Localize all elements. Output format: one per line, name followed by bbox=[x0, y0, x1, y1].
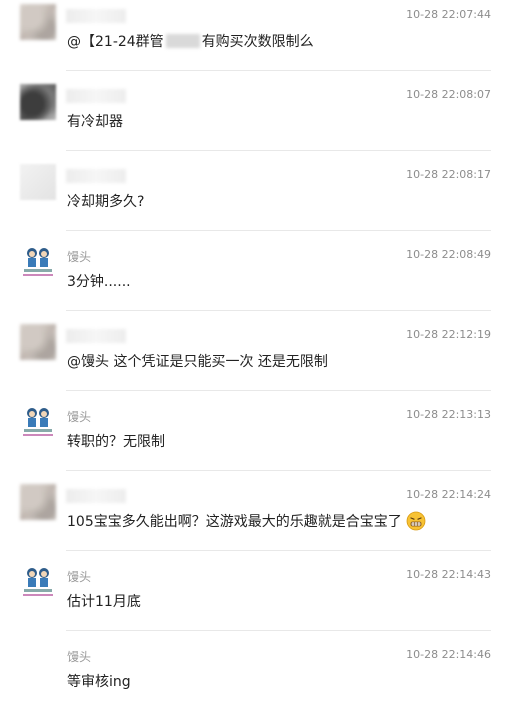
message-timestamp: 10-28 22:12:19 bbox=[406, 328, 491, 341]
mantou-avatar[interactable] bbox=[20, 404, 56, 440]
blurred-sender-name bbox=[66, 9, 126, 23]
message-divider bbox=[66, 70, 491, 71]
user-avatar[interactable] bbox=[20, 84, 56, 120]
user-avatar[interactable] bbox=[20, 484, 56, 520]
sender-name[interactable]: 馒头 bbox=[67, 408, 91, 425]
chat-message: 馒头 10-28 22:08:49 3分钟...... bbox=[0, 240, 519, 320]
message-text: 有冷却器 bbox=[67, 114, 123, 130]
message-text-body: 105宝宝多久能出啊？这游戏最大的乐趣就是合宝宝了 bbox=[67, 514, 402, 530]
message-text: 冷却期多久? bbox=[67, 194, 145, 210]
chat-message: 10-28 22:14:24 105宝宝多久能出啊？这游戏最大的乐趣就是合宝宝了 bbox=[0, 480, 519, 560]
mention-text[interactable]: @【21-24群管 bbox=[67, 34, 164, 50]
message-divider bbox=[66, 550, 491, 551]
message-divider bbox=[66, 230, 491, 231]
message-timestamp: 10-28 22:14:46 bbox=[406, 648, 491, 661]
blurred-name bbox=[165, 34, 200, 48]
chat-message: 10-28 22:12:19 @馒头 这个凭证是只能买一次 还是无限制 bbox=[0, 320, 519, 400]
message-text: 105宝宝多久能出啊？这游戏最大的乐趣就是合宝宝了 bbox=[67, 511, 426, 531]
blurred-sender-name bbox=[66, 329, 126, 343]
message-divider bbox=[66, 630, 491, 631]
blurred-sender-name bbox=[66, 89, 126, 103]
sender-name[interactable]: 馒头 bbox=[67, 648, 91, 665]
message-divider bbox=[66, 390, 491, 391]
user-avatar[interactable] bbox=[20, 324, 56, 360]
message-timestamp: 10-28 22:08:17 bbox=[406, 168, 491, 181]
user-avatar[interactable] bbox=[20, 164, 56, 200]
chat-message: 10-28 22:08:17 冷却期多久? bbox=[0, 160, 519, 240]
blurred-sender-name bbox=[66, 489, 126, 503]
grimace-emoji-icon bbox=[406, 511, 426, 531]
chat-message: 10-28 22:08:07 有冷却器 bbox=[0, 80, 519, 160]
chat-message: 馒头 10-28 22:13:13 转职的？无限制 bbox=[0, 400, 519, 480]
message-divider bbox=[66, 470, 491, 471]
message-text-rest: 有购买次数限制么 bbox=[201, 34, 314, 50]
message-text: 估计11月底 bbox=[67, 594, 141, 610]
message-timestamp: 10-28 22:13:13 bbox=[406, 408, 491, 421]
message-text: @【21-24群管 有购买次数限制么 bbox=[67, 31, 314, 51]
cartoon-avatar-icon bbox=[20, 244, 56, 280]
mantou-avatar[interactable] bbox=[20, 244, 56, 280]
user-avatar[interactable] bbox=[20, 4, 56, 40]
message-text: 转职的？无限制 bbox=[67, 434, 165, 450]
cartoon-avatar-icon bbox=[20, 404, 56, 440]
chat-message: 馒头 10-28 22:14:43 估计11月底 bbox=[0, 560, 519, 640]
sender-name[interactable]: 馒头 bbox=[67, 248, 91, 265]
cartoon-avatar-icon bbox=[20, 564, 56, 600]
chat-message: 馒头 10-28 22:14:46 等审核ing bbox=[0, 640, 519, 720]
message-text: 3分钟...... bbox=[67, 274, 131, 290]
message-timestamp: 10-28 22:08:49 bbox=[406, 248, 491, 261]
message-timestamp: 10-28 22:14:43 bbox=[406, 568, 491, 581]
message-timestamp: 10-28 22:08:07 bbox=[406, 88, 491, 101]
sender-name[interactable]: 馒头 bbox=[67, 568, 91, 585]
message-timestamp: 10-28 22:07:44 bbox=[406, 8, 491, 21]
blurred-sender-name bbox=[66, 169, 126, 183]
message-divider bbox=[66, 150, 491, 151]
message-text: 等审核ing bbox=[67, 674, 131, 690]
message-text: @馒头 这个凭证是只能买一次 还是无限制 bbox=[67, 354, 328, 370]
mantou-avatar[interactable] bbox=[20, 564, 56, 600]
message-timestamp: 10-28 22:14:24 bbox=[406, 488, 491, 501]
message-divider bbox=[66, 310, 491, 311]
chat-message: 10-28 22:07:44 @【21-24群管 有购买次数限制么 bbox=[0, 0, 519, 80]
